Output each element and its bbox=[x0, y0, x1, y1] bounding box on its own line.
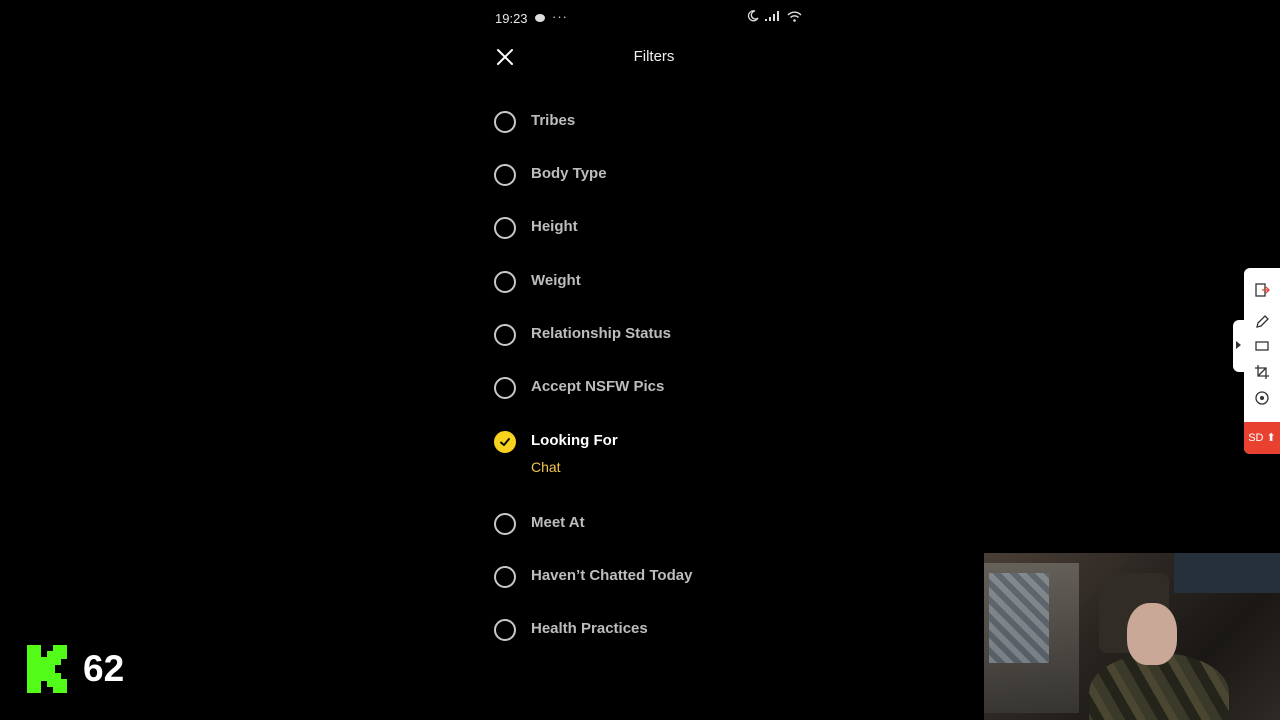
kick-logo-icon bbox=[27, 645, 67, 693]
filter-label: Accept NSFW Pics bbox=[531, 378, 665, 395]
radio-unchecked[interactable] bbox=[494, 271, 516, 293]
filter-label: Meet At bbox=[531, 514, 585, 531]
filter-meet-at[interactable]: Meet At bbox=[494, 513, 794, 543]
filter-accept-nsfw-pics[interactable]: Accept NSFW Pics bbox=[494, 377, 794, 407]
viewer-count: 62 bbox=[83, 648, 125, 689]
filter-label: Looking For bbox=[531, 432, 618, 449]
filter-label: Haven’t Chatted Today bbox=[531, 567, 693, 584]
more-notifications-icon: ··· bbox=[552, 9, 568, 24]
crop-icon bbox=[1255, 365, 1269, 379]
radio-unchecked[interactable] bbox=[494, 164, 516, 186]
arrow-right-icon bbox=[1236, 341, 1241, 349]
status-time: 19:23 bbox=[495, 11, 528, 26]
side-toolbar: SD ⬆ bbox=[1244, 268, 1280, 454]
radio-unchecked[interactable] bbox=[494, 619, 516, 641]
page-title: Filters bbox=[633, 48, 675, 65]
sd-upload-button[interactable]: SD ⬆ bbox=[1244, 422, 1280, 454]
exit-icon bbox=[1255, 283, 1270, 297]
webcam-background-window bbox=[1174, 553, 1280, 593]
filters-header: Filters bbox=[480, 38, 810, 78]
radio-unchecked[interactable] bbox=[494, 217, 516, 239]
radio-unchecked[interactable] bbox=[494, 513, 516, 535]
filter-relationship-status[interactable]: Relationship Status bbox=[494, 324, 794, 354]
filter-body-type[interactable]: Body Type bbox=[494, 164, 794, 194]
rectangle-icon bbox=[1255, 341, 1269, 351]
radio-unchecked[interactable] bbox=[494, 566, 516, 588]
webcam-background-items bbox=[989, 573, 1049, 663]
radio-unchecked[interactable] bbox=[494, 324, 516, 346]
filter-tribes[interactable]: Tribes bbox=[494, 111, 794, 141]
webcam-person-head bbox=[1127, 603, 1177, 665]
filter-height[interactable]: Height bbox=[494, 217, 794, 247]
radio-checked[interactable] bbox=[494, 431, 516, 453]
filter-label: Relationship Status bbox=[531, 325, 672, 342]
filter-label: Height bbox=[531, 218, 578, 235]
signal-icon bbox=[765, 11, 779, 21]
radio-unchecked[interactable] bbox=[494, 377, 516, 399]
record-icon bbox=[1255, 391, 1269, 405]
filter-selected-value: Chat bbox=[531, 459, 561, 475]
status-bar: 19:23 ··· bbox=[480, 8, 810, 30]
filter-label: Body Type bbox=[531, 165, 607, 182]
webcam-feed bbox=[984, 553, 1280, 720]
exit-button[interactable] bbox=[1254, 282, 1270, 298]
filter-weight[interactable]: Weight bbox=[494, 271, 794, 301]
filter-looking-for[interactable]: Looking For Chat bbox=[494, 431, 794, 481]
record-button[interactable] bbox=[1254, 390, 1270, 406]
status-icons bbox=[747, 10, 802, 22]
crop-button[interactable] bbox=[1254, 364, 1270, 380]
arrow-up-icon: ⬆ bbox=[1263, 432, 1276, 444]
filter-label: Weight bbox=[531, 272, 581, 289]
pen-icon bbox=[1256, 315, 1269, 328]
filter-havent-chatted-today[interactable]: Haven’t Chatted Today bbox=[494, 566, 794, 596]
moon-icon bbox=[747, 10, 759, 22]
wifi-icon bbox=[787, 11, 802, 22]
filter-health-practices[interactable]: Health Practices bbox=[494, 619, 794, 649]
rectangle-button[interactable] bbox=[1254, 338, 1270, 354]
chat-bubble-icon bbox=[535, 14, 545, 22]
radio-unchecked[interactable] bbox=[494, 111, 516, 133]
filter-label: Health Practices bbox=[531, 620, 648, 637]
filter-label: Tribes bbox=[531, 112, 576, 129]
sd-label: SD bbox=[1248, 432, 1264, 444]
pen-button[interactable] bbox=[1254, 314, 1270, 330]
check-icon bbox=[500, 438, 510, 446]
